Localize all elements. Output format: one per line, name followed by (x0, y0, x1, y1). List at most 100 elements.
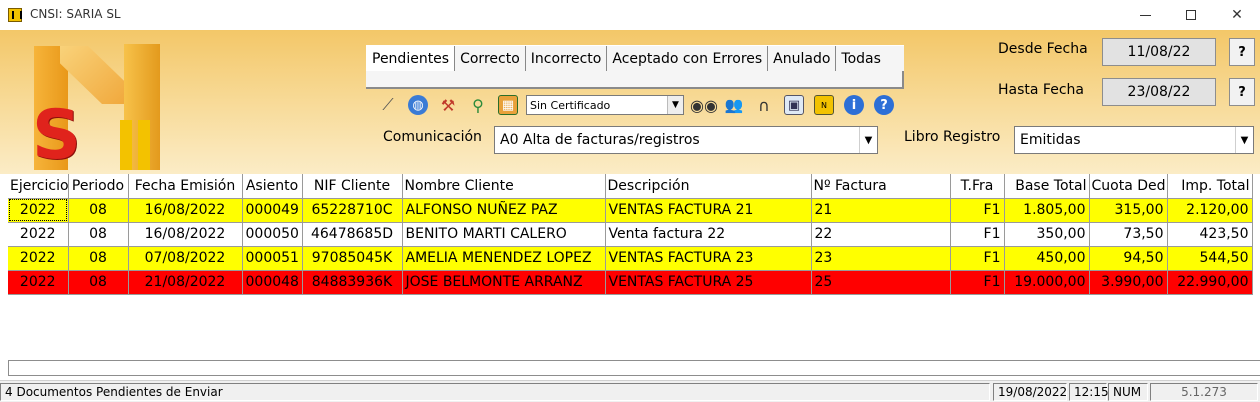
header-panel: S Pendientes Correcto Incorrecto Aceptad… (0, 30, 1260, 174)
cell-ejercicio: 2022 (8, 270, 69, 295)
cell-base-total: 19.000,00 (1004, 270, 1090, 295)
logo-s-letter: S (32, 96, 81, 175)
minimize-button[interactable] (1122, 0, 1168, 30)
info-icon[interactable]: i (842, 93, 866, 117)
sii-logo: S (12, 44, 172, 172)
comunicacion-label: Comunicación (383, 129, 482, 145)
window-title: CNSI: SARIA SL (30, 7, 121, 21)
desde-fecha-label: Desde Fecha (998, 41, 1088, 57)
table-row[interactable]: 2022 08 16/08/2022 000049 65228710C ALFO… (8, 198, 1253, 223)
libro-registro-value: Emitidas (1020, 132, 1081, 148)
cell-base-total: 450,00 (1004, 246, 1090, 271)
toolbar: ⟋ ◍ ⚒ ⚲ ▦ Sin Certificado ▼ ◉◉ 👥 ∩ ▣ N i… (376, 92, 902, 118)
cell-tipo-factura: F1 (950, 222, 1005, 247)
cell-num-factura: 21 (811, 198, 951, 223)
libro-registro-select[interactable]: Emitidas ▼ (1014, 126, 1254, 154)
cell-nif-cliente: 84883936K (302, 270, 403, 295)
hasta-fecha-help-button[interactable]: ? (1229, 78, 1255, 106)
column-header-descripcion[interactable]: Descripción (605, 174, 812, 199)
app-icon (8, 8, 22, 22)
table-row[interactable]: 2022 08 21/08/2022 000048 84883936K JOSE… (8, 270, 1253, 295)
column-header-tipo-factura[interactable]: T.Fra (950, 174, 1005, 199)
tab-todas[interactable]: Todas (836, 46, 886, 72)
headset-icon[interactable]: ∩ (752, 93, 776, 117)
status-num-lock: NUM (1108, 383, 1148, 401)
wand-icon[interactable]: ⟋ (376, 93, 400, 117)
certificate-select[interactable]: Sin Certificado ▼ (526, 95, 684, 115)
cell-fecha-emision: 16/08/2022 (128, 198, 243, 223)
tab-anulado[interactable]: Anulado (768, 46, 837, 72)
status-tabs: Pendientes Correcto Incorrecto Aceptado … (366, 45, 904, 72)
cell-cuota-ded: 94,50 (1089, 246, 1168, 271)
table-row[interactable]: 2022 08 16/08/2022 000050 46478685D BENI… (8, 222, 1253, 247)
id-card-icon[interactable]: ▣ (782, 93, 806, 117)
close-icon: ✕ (1231, 7, 1243, 23)
column-header-imp-total[interactable]: Imp. Total (1167, 174, 1253, 199)
status-time: 12:15 (1069, 383, 1109, 401)
tab-pendientes[interactable]: Pendientes (366, 46, 456, 72)
cell-descripcion: Venta factura 22 (605, 222, 812, 247)
logo-i-bar-1 (120, 120, 132, 170)
tab-aceptado-con-errores[interactable]: Aceptado con Errores (607, 46, 769, 72)
desde-fecha-help-button[interactable]: ? (1229, 38, 1255, 66)
cell-tipo-factura: F1 (950, 246, 1005, 271)
cell-imp-total: 544,50 (1167, 246, 1253, 271)
table-row[interactable]: 2022 08 07/08/2022 000051 97085045K AMEL… (8, 246, 1253, 271)
cell-nombre-cliente: ALFONSO NUÑEZ PAZ (402, 198, 606, 223)
cell-ejercicio: 2022 (8, 222, 69, 247)
cell-periodo: 08 (68, 270, 129, 295)
users-icon[interactable]: 👥 (722, 93, 746, 117)
tab-incorrecto[interactable]: Incorrecto (526, 46, 608, 72)
column-header-nombre-cliente[interactable]: Nombre Cliente (402, 174, 606, 199)
globe-icon[interactable]: ◍ (406, 93, 430, 117)
cell-cuota-ded: 315,00 (1089, 198, 1168, 223)
cell-ejercicio: 2022 (8, 198, 69, 223)
help-icon[interactable]: ? (872, 93, 896, 117)
column-header-num-factura[interactable]: Nº Factura (811, 174, 951, 199)
cell-asiento: 000050 (242, 222, 303, 247)
column-header-ejercicio[interactable]: Ejercicio (8, 174, 69, 199)
cell-nombre-cliente: JOSE BELMONTE ARRANZ (402, 270, 606, 295)
calendar-grid-icon[interactable]: ▦ (496, 93, 520, 117)
cell-nif-cliente: 65228710C (302, 198, 403, 223)
close-button[interactable]: ✕ (1214, 0, 1260, 30)
news-icon[interactable]: N (812, 93, 836, 117)
status-version: 5.1.273 (1150, 383, 1258, 401)
search-zoom-icon[interactable]: ⚲ (466, 93, 490, 117)
bottom-input-field[interactable] (8, 360, 1260, 376)
maximize-button[interactable] (1168, 0, 1214, 30)
title-bar: CNSI: SARIA SL ✕ (0, 0, 1260, 30)
cell-descripcion: VENTAS FACTURA 25 (605, 270, 812, 295)
tab-panel (366, 71, 904, 89)
cell-imp-total: 423,50 (1167, 222, 1253, 247)
column-header-periodo[interactable]: Periodo (68, 174, 129, 199)
tab-correcto[interactable]: Correcto (455, 46, 526, 72)
desde-fecha-field[interactable]: 11/08/22 (1102, 38, 1216, 66)
cell-ejercicio: 2022 (8, 246, 69, 271)
libro-registro-label: Libro Registro (904, 129, 1001, 145)
column-header-asiento[interactable]: Asiento (242, 174, 303, 199)
column-header-fecha-emision[interactable]: Fecha Emisión (128, 174, 243, 199)
hasta-fecha-field[interactable]: 23/08/22 (1102, 78, 1216, 106)
cell-num-factura: 23 (811, 246, 951, 271)
cell-periodo: 08 (68, 246, 129, 271)
cell-asiento: 000049 (242, 198, 303, 223)
column-header-base-total[interactable]: Base Total (1004, 174, 1090, 199)
cell-fecha-emision: 16/08/2022 (128, 222, 243, 247)
cell-num-factura: 25 (811, 270, 951, 295)
logo-i-bar-2 (138, 120, 150, 170)
status-message: 4 Documentos Pendientes de Enviar (0, 383, 990, 401)
cell-asiento: 000048 (242, 270, 303, 295)
tools-icon[interactable]: ⚒ (436, 93, 460, 117)
column-header-cuota-ded[interactable]: Cuota Ded. (1089, 174, 1168, 199)
cell-tipo-factura: F1 (950, 270, 1005, 295)
cell-descripcion: VENTAS FACTURA 23 (605, 246, 812, 271)
cell-num-factura: 22 (811, 222, 951, 247)
column-header-nif-cliente[interactable]: NIF Cliente (302, 174, 403, 199)
chevron-down-icon: ▼ (859, 127, 877, 153)
comunicacion-select[interactable]: A0 Alta de facturas/registros ▼ (494, 126, 878, 154)
cell-base-total: 1.805,00 (1004, 198, 1090, 223)
maximize-icon (1186, 10, 1196, 20)
binoculars-icon[interactable]: ◉◉ (690, 93, 718, 117)
cell-asiento: 000051 (242, 246, 303, 271)
